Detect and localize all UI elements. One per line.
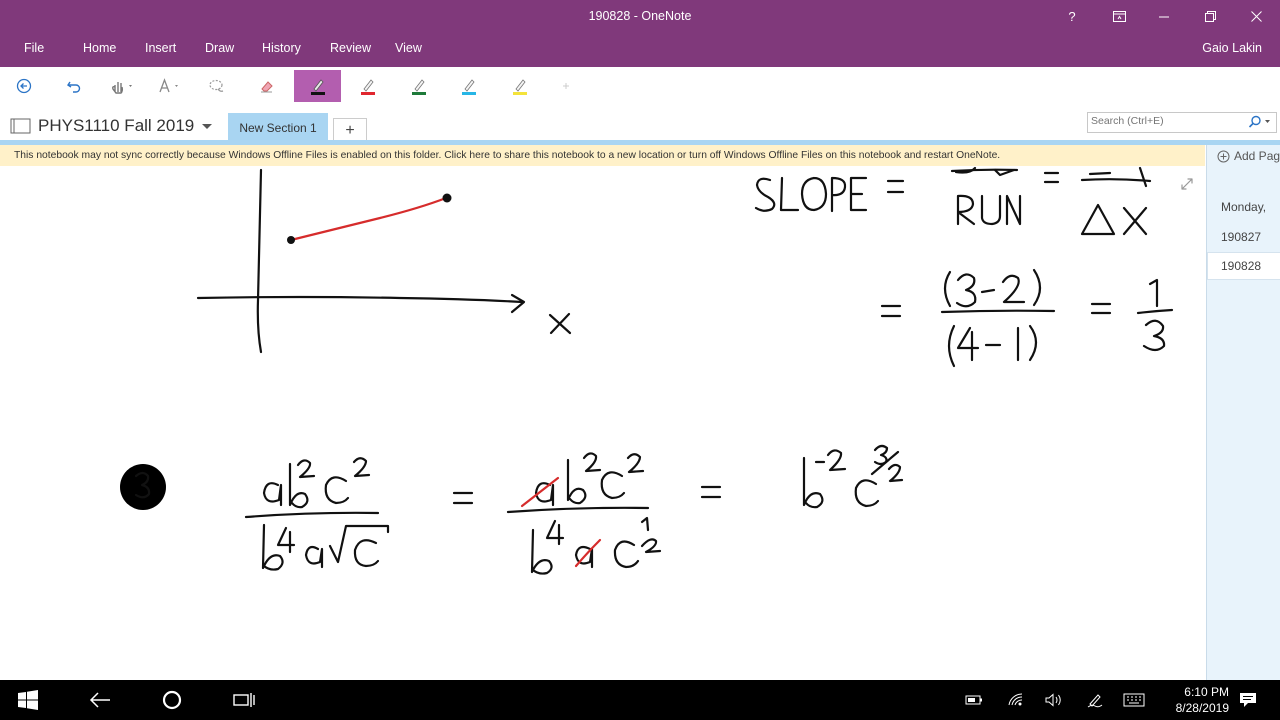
section-tab-label: New Section 1 bbox=[239, 121, 317, 135]
tab-insert[interactable]: Insert bbox=[143, 41, 178, 55]
windows-logo-icon bbox=[18, 690, 38, 710]
sync-warning-text: This notebook may not sync correctly bec… bbox=[14, 150, 1001, 161]
ribbon-tabs: File Home Insert Draw History Review Vie… bbox=[0, 34, 1280, 67]
back-arrow-icon bbox=[89, 692, 110, 708]
highlighter-yellow-button[interactable] bbox=[507, 70, 533, 102]
pen-red-button[interactable] bbox=[355, 70, 381, 102]
full-screen-button[interactable] bbox=[1096, 0, 1142, 32]
tab-new-section-1[interactable]: New Section 1 bbox=[228, 113, 328, 143]
notebook-icon bbox=[10, 118, 31, 134]
back-arrow-icon bbox=[16, 78, 32, 94]
task-view-icon bbox=[233, 693, 255, 707]
taskbar-back-button[interactable] bbox=[80, 680, 120, 720]
pen-workspace-icon bbox=[1087, 694, 1103, 708]
touch-keyboard-button[interactable] bbox=[1120, 680, 1148, 720]
help-button[interactable]: ? bbox=[1049, 0, 1095, 32]
close-button[interactable] bbox=[1233, 0, 1279, 32]
plus-icon bbox=[563, 83, 569, 89]
draw-toolbar bbox=[0, 67, 1280, 105]
page-list-pane: Add Page Monday, 190827 190828 bbox=[1206, 145, 1280, 680]
text-font-icon bbox=[159, 78, 178, 93]
restore-button[interactable] bbox=[1187, 0, 1233, 32]
full-screen-icon bbox=[1112, 10, 1126, 22]
clock-date: 8/28/2019 bbox=[1175, 701, 1229, 715]
close-icon bbox=[1250, 10, 1262, 22]
start-button[interactable] bbox=[8, 680, 48, 720]
notebook-name: PHYS1110 Fall 2019 bbox=[38, 116, 195, 135]
pen-black-button[interactable] bbox=[294, 70, 341, 102]
page-item-190827[interactable]: 190827 bbox=[1221, 230, 1261, 244]
note-canvas[interactable] bbox=[0, 166, 1206, 680]
plus-circle-icon bbox=[1217, 150, 1230, 162]
windows-taskbar: 6:10 PM 8/28/2019 bbox=[0, 680, 1280, 720]
handwritten-ink bbox=[120, 166, 1193, 575]
tab-review[interactable]: Review bbox=[328, 41, 373, 55]
add-page-label: Add Page bbox=[1234, 149, 1280, 163]
cortana-circle-icon bbox=[162, 690, 182, 710]
undo-icon bbox=[67, 81, 81, 93]
restore-icon bbox=[1204, 10, 1216, 22]
eraser-icon bbox=[261, 81, 273, 93]
notebook-selector[interactable]: PHYS1110 Fall 2019 bbox=[10, 116, 214, 136]
tab-draw[interactable]: Draw bbox=[203, 41, 236, 55]
user-name[interactable]: Gaio Lakin bbox=[1202, 41, 1262, 55]
slope-equation-ink bbox=[754, 166, 1174, 368]
tab-view[interactable]: View bbox=[393, 41, 424, 55]
wifi-icon bbox=[1008, 693, 1023, 706]
exponent-equation-ink bbox=[120, 444, 904, 575]
tab-file[interactable]: File bbox=[22, 41, 46, 55]
title-bar: 190828 - OneNote ? bbox=[0, 0, 1280, 34]
chevron-down-icon bbox=[202, 124, 213, 129]
highlighter-icon bbox=[513, 79, 527, 95]
undo-button[interactable] bbox=[60, 70, 88, 102]
cortana-button[interactable] bbox=[152, 680, 192, 720]
clock-time: 6:10 PM bbox=[1184, 685, 1229, 699]
minimize-icon bbox=[1158, 16, 1169, 17]
search-icon bbox=[1248, 115, 1270, 128]
tab-home[interactable]: Home bbox=[81, 41, 118, 55]
pen-icon bbox=[412, 79, 426, 95]
hand-cursor-icon bbox=[112, 82, 132, 94]
pen-workspace-button[interactable] bbox=[1082, 680, 1108, 720]
volume-icon bbox=[1045, 693, 1061, 707]
page-item-190828[interactable]: 190828 bbox=[1207, 252, 1280, 280]
taskbar-clock[interactable]: 6:10 PM 8/28/2019 bbox=[1176, 684, 1229, 716]
wifi-button[interactable] bbox=[1004, 680, 1028, 720]
pen-green-button[interactable] bbox=[406, 70, 432, 102]
expand-canvas-icon bbox=[1181, 178, 1193, 190]
battery-button[interactable] bbox=[962, 680, 986, 720]
text-mode-button[interactable] bbox=[152, 70, 188, 102]
minimize-button[interactable] bbox=[1141, 0, 1187, 32]
eraser-button[interactable] bbox=[252, 70, 282, 102]
lasso-icon bbox=[209, 79, 224, 92]
add-page-button[interactable]: Add Page bbox=[1217, 149, 1280, 163]
pan-tool-button[interactable] bbox=[104, 70, 140, 102]
pen-blue-button[interactable] bbox=[456, 70, 482, 102]
sync-warning-banner[interactable]: This notebook may not sync correctly bec… bbox=[0, 145, 1205, 166]
back-button[interactable] bbox=[10, 70, 38, 102]
add-pen-button[interactable] bbox=[556, 70, 576, 102]
volume-button[interactable] bbox=[1042, 680, 1066, 720]
keyboard-icon bbox=[1123, 693, 1145, 707]
plus-icon: + bbox=[345, 122, 355, 139]
search-input[interactable] bbox=[1091, 115, 1241, 127]
help-icon: ? bbox=[1068, 8, 1076, 24]
battery-charging-icon bbox=[965, 695, 982, 705]
page-item-monday[interactable]: Monday, bbox=[1221, 200, 1266, 214]
tab-history[interactable]: History bbox=[260, 41, 303, 55]
xy-graph-sketch bbox=[196, 168, 572, 354]
pen-icon bbox=[462, 79, 476, 95]
notification-icon bbox=[1240, 693, 1256, 707]
pen-icon bbox=[361, 79, 375, 95]
task-view-button[interactable] bbox=[224, 680, 264, 720]
pen-icon bbox=[310, 79, 325, 95]
lasso-select-button[interactable] bbox=[202, 70, 232, 102]
action-center-button[interactable] bbox=[1232, 680, 1264, 720]
search-box[interactable] bbox=[1087, 112, 1277, 133]
